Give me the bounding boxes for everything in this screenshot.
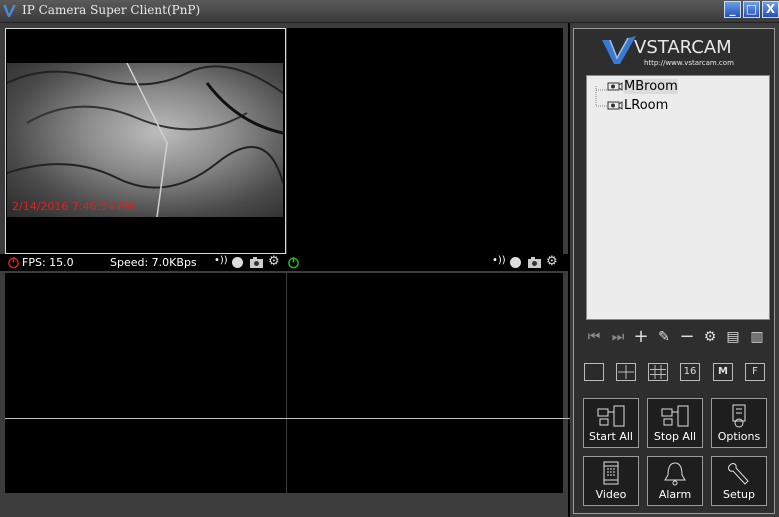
remove-device-icon[interactable]: − [679, 328, 695, 346]
camera-timestamp: 2/14/2016 7:46:34 PM [12, 200, 134, 213]
camera-feed: 2/14/2016 7:46:34 PM [7, 63, 283, 217]
options-label: Options [717, 430, 761, 443]
stop-all-button[interactable]: Stop All [647, 398, 703, 448]
wrench-icon [728, 463, 749, 485]
video-pane-4[interactable] [287, 273, 563, 493]
feed-texture [7, 63, 283, 217]
video-button[interactable]: Video [583, 456, 639, 506]
start-all-button[interactable]: Start All [583, 398, 639, 448]
start-all-label: Start All [588, 430, 633, 443]
snapshot-icon[interactable] [249, 256, 264, 269]
grid-9-icon [650, 365, 666, 379]
device-item-mbroom[interactable]: MBroom [607, 79, 678, 94]
layout-1-button[interactable] [584, 363, 604, 381]
layout-16-button[interactable]: 16 [680, 363, 700, 381]
alarm-label: Alarm [658, 488, 692, 501]
fullscreen-button[interactable]: F [745, 363, 765, 381]
speed-label: Speed: 7.0KBps [110, 256, 197, 269]
brand-url: http://www.vstarcam.com [644, 59, 734, 67]
start-all-icon [597, 405, 625, 427]
camera-icon [607, 101, 623, 110]
vstarcam-logo: VSTARCAM http://www.vstarcam.com [600, 34, 750, 68]
video-pane-2[interactable] [287, 28, 563, 254]
device-list-icon[interactable]: ▥ [749, 329, 765, 345]
add-device-icon[interactable]: + [633, 328, 649, 346]
settings-gear-icon[interactable]: ⚙ [702, 329, 718, 345]
video-pane-3[interactable] [5, 273, 286, 493]
record-icon[interactable] [510, 257, 521, 268]
power-off-icon[interactable] [7, 256, 20, 269]
device-label: LRoom [624, 98, 669, 113]
bell-icon [664, 462, 686, 486]
setup-button[interactable]: Setup [711, 456, 767, 506]
fps-label: FPS: 15.0 [22, 256, 74, 269]
device-info-icon[interactable]: ▤ [725, 329, 741, 345]
stop-all-icon [661, 405, 689, 427]
device-tree: MBroom LRoom [586, 75, 770, 320]
stop-all-label: Stop All [653, 430, 697, 443]
app-logo-icon [3, 5, 16, 17]
title-bar: IP Camera Super Client(PnP) _ □ X [0, 0, 779, 23]
audio-icon[interactable]: •)) [214, 255, 228, 266]
brand-name: VSTARCAM [634, 37, 732, 58]
grid-4-icon [618, 365, 634, 379]
audio-icon[interactable]: •)) [492, 255, 506, 266]
sidebar-panel: VSTARCAM http://www.vstarcam.com MBroom … [573, 28, 775, 514]
maximize-button[interactable]: □ [743, 1, 760, 18]
window-title: IP Camera Super Client(PnP) [22, 3, 201, 17]
pane-status-bar: FPS: 15.0 Speed: 7.0KBps •)) ⚙ •)) ⚙ [0, 254, 568, 271]
minimize-button[interactable]: _ [724, 1, 741, 18]
layout-multi-button[interactable]: M [713, 363, 733, 381]
layout-4-button[interactable] [616, 363, 636, 381]
power-on-icon[interactable] [287, 256, 300, 269]
video-file-icon [603, 461, 619, 485]
record-icon[interactable] [232, 257, 243, 268]
video-pane-1[interactable]: 2/14/2016 7:46:34 PM [5, 28, 286, 254]
options-button[interactable]: Options [711, 398, 767, 448]
device-label: MBroom [624, 79, 678, 94]
layout-9-button[interactable] [648, 363, 668, 381]
close-button[interactable]: X [762, 1, 779, 18]
edit-device-icon[interactable]: ✎ [656, 329, 672, 345]
settings-gear-icon[interactable]: ⚙ [546, 254, 558, 269]
alarm-button[interactable]: Alarm [647, 456, 703, 506]
sidebar: VSTARCAM http://www.vstarcam.com MBroom … [570, 23, 779, 517]
setup-label: Setup [722, 488, 756, 501]
camera-icon [607, 82, 623, 91]
settings-gear-icon[interactable]: ⚙ [268, 254, 280, 269]
snapshot-icon[interactable] [527, 256, 542, 269]
options-icon [732, 404, 746, 428]
previous-icon[interactable]: ⏮ [586, 329, 602, 345]
device-item-lroom[interactable]: LRoom [607, 98, 668, 113]
next-icon[interactable]: ⏭ [610, 329, 626, 345]
video-label: Video [595, 488, 627, 501]
